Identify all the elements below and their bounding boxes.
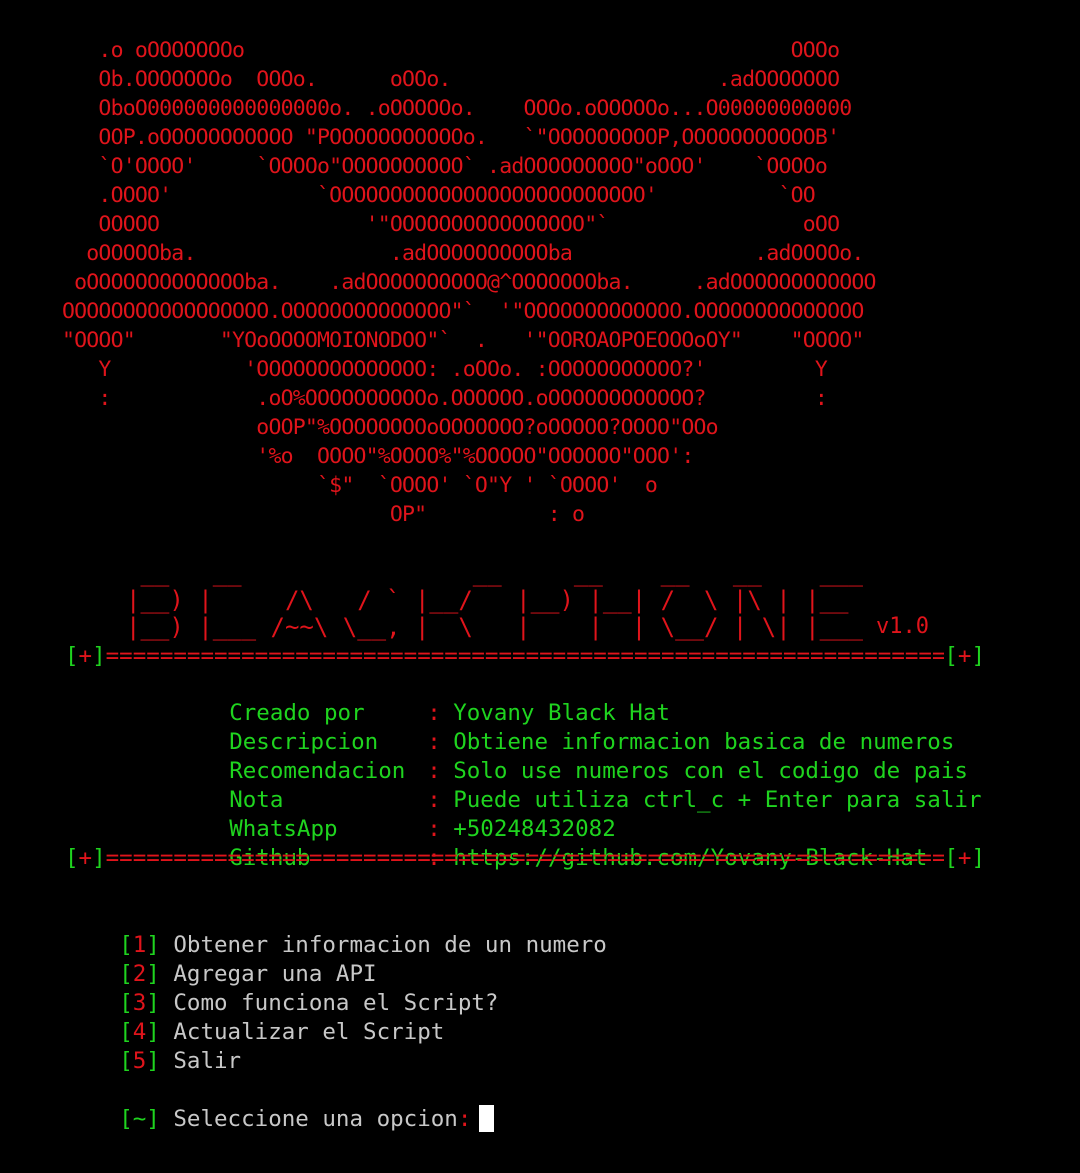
terminal-screen: .o oOOOOOOOo OOOo Ob.OOOOOOOo OOOo. oOOo… [0,0,1080,1173]
prompt-label: Seleccione una opcion [173,1106,458,1132]
prompt-marker: [~] [119,1106,160,1132]
skull-ascii-art: .o oOOOOOOOo OOOo Ob.OOOOOOOo OOOo. oOOo… [62,38,876,527]
info-row-note: Nota: Puede utiliza ctrl_c + Enter para … [229,787,982,813]
info-row-github: Github: https://github.com/Yovany-Black-… [229,845,928,871]
info-row-author: Creado por: Yovany Black Hat [229,700,670,726]
menu-option-3[interactable]: [3] Como funciona el Script? [65,960,498,1016]
menu-option-4[interactable]: [4] Actualizar el Script [65,989,444,1045]
selection-prompt[interactable]: [~] Seleccione una opcion: [65,1076,495,1132]
version-label: v1.0 [876,614,929,639]
menu-option-number: 5 [132,1048,147,1074]
menu-option-label: Salir [173,1048,242,1074]
separator-bottom: [+] =====================================… [65,845,985,871]
black-phone-banner: __ __ __ __ __ __ ___ |__) | /\ / ` |__/… [126,559,863,641]
menu-option-2[interactable]: [2] Agregar una API [65,931,376,987]
menu-option-5[interactable]: [5] Salir [65,1018,241,1074]
menu-option-1[interactable]: [1] Obtener informacion de un numero [65,902,607,958]
text-cursor[interactable] [479,1105,495,1132]
info-row-recommendation: Recomendacion: Solo use numeros con el c… [229,758,968,784]
separator-top: [+] =====================================… [65,643,985,669]
info-row-whatsapp: WhatsApp: +50248432082 [229,816,616,842]
info-row-description: Descripcion: Obtiene informacion basica … [229,729,955,755]
